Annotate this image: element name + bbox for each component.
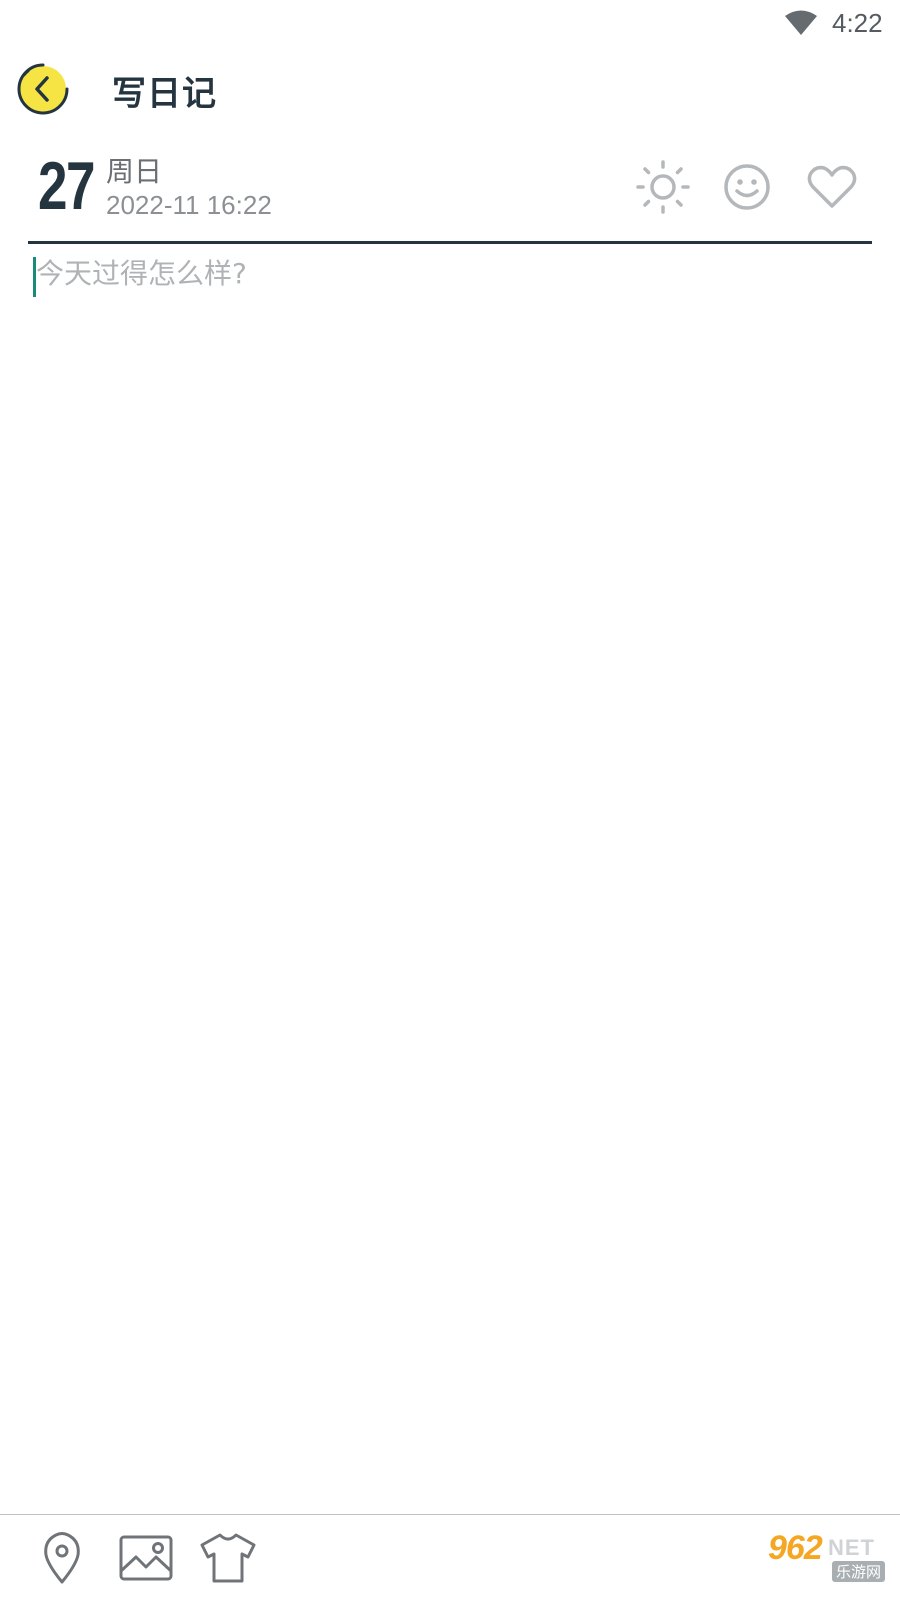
status-bar: 4:22 [0, 0, 900, 46]
page-title: 写日记 [112, 74, 217, 114]
date-day: 27 [38, 148, 95, 224]
text-caret [33, 257, 36, 297]
header-divider [28, 241, 872, 244]
weekday-label: 周日 [106, 155, 163, 188]
back-arrow-icon[interactable] [16, 62, 70, 116]
image-icon[interactable] [116, 1531, 176, 1585]
diary-content-input[interactable] [32, 254, 880, 1504]
bottom-toolbar: 962 NET 乐游网 [0, 1515, 900, 1600]
sun-icon[interactable] [634, 158, 692, 216]
watermark-sub: 乐游网 [832, 1561, 886, 1582]
watermark-suffix: NET [828, 1535, 875, 1560]
tshirt-icon[interactable] [198, 1531, 258, 1585]
location-pin-icon[interactable] [32, 1531, 92, 1585]
date-section: 27 周日 2022-11 16:22 [0, 148, 900, 238]
wifi-icon [785, 10, 817, 35]
app-header: 写日记 [0, 58, 900, 118]
diary-screen: 4:22 写日记 27 周日 2022-11 16:22 今天过得怎么样? 96… [0, 0, 900, 1600]
datetime-label: 2022-11 16:22 [106, 190, 272, 220]
watermark-brand: 962 [768, 1529, 823, 1567]
status-time: 4:22 [832, 8, 883, 38]
watermark-logo: 962 NET 乐游网 [762, 1529, 894, 1587]
smiley-icon[interactable] [718, 158, 776, 216]
heart-icon[interactable] [803, 158, 861, 216]
